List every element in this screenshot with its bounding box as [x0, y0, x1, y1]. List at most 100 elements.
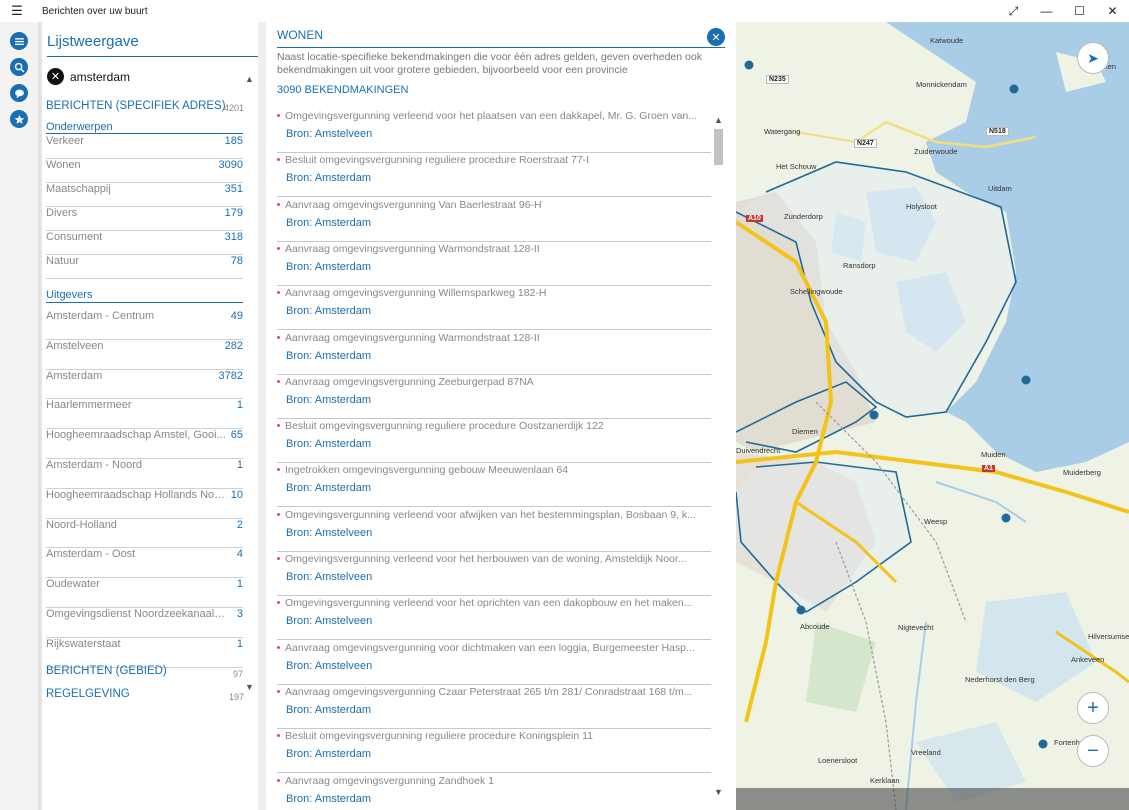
result-item[interactable]: Aanvraag omgevingsvergunning Willemspark… [277, 286, 711, 331]
section-regelgeving[interactable]: REGELGEVING [46, 688, 130, 700]
result-title[interactable]: Besluit omgevingsvergunning reguliere pr… [285, 730, 711, 742]
zoom-out-button[interactable]: − [1077, 735, 1109, 767]
search-icon[interactable] [10, 58, 28, 76]
place-label: Holysloot [906, 202, 937, 211]
remove-filter-icon[interactable]: ✕ [47, 68, 64, 85]
result-source[interactable]: Bron: Amstelveen [286, 571, 372, 583]
result-source[interactable]: Bron: Amstelveen [286, 128, 372, 140]
result-title[interactable]: Omgevingsvergunning verleend voor het he… [285, 553, 711, 565]
result-source[interactable]: Bron: Amsterdam [286, 438, 371, 450]
scroll-thumb[interactable] [714, 129, 723, 165]
publisher-row[interactable]: Amsterdam - Oost 4 [46, 548, 243, 579]
results-scrollbar[interactable]: ▲ ▼ [713, 107, 724, 810]
topic-label: Wonen [46, 159, 81, 171]
result-source[interactable]: Bron: Amsterdam [286, 482, 371, 494]
topic-row[interactable]: Divers 179 [46, 207, 243, 231]
scroll-down-icon[interactable]: ▼ [714, 787, 723, 797]
result-title[interactable]: Omgevingsvergunning verleend voor het op… [285, 597, 711, 609]
result-item[interactable]: Aanvraag omgevingsvergunning Van Baerles… [277, 198, 711, 242]
star-icon[interactable] [10, 110, 28, 128]
list-icon[interactable] [10, 32, 28, 50]
result-source[interactable]: Bron: Amsterdam [286, 305, 371, 317]
result-source[interactable]: Bron: Amsterdam [286, 704, 371, 716]
zoom-in-button[interactable]: + [1077, 692, 1109, 724]
result-item[interactable]: Ingetrokken omgevingsvergunning gebouw M… [277, 463, 711, 508]
onderwerpen-heading: Onderwerpen [46, 121, 113, 133]
result-title[interactable]: Aanvraag omgevingsvergunning voor dichtm… [285, 642, 711, 654]
minimize-icon[interactable]: — [1030, 0, 1063, 22]
publisher-row[interactable]: Amstelveen 282 [46, 340, 243, 370]
result-item[interactable]: Omgevingsvergunning verleend voor het pl… [277, 109, 711, 153]
result-title[interactable]: Aanvraag omgevingsvergunning Van Baerles… [285, 199, 711, 211]
result-title[interactable]: Ingetrokken omgevingsvergunning gebouw M… [285, 464, 711, 476]
publisher-row[interactable]: Amsterdam 3782 [46, 370, 243, 400]
topic-row[interactable]: Verkeer 185 [46, 135, 243, 159]
bullet-icon [277, 114, 280, 117]
close-results-icon[interactable]: ✕ [707, 28, 725, 46]
bullet-icon [277, 335, 280, 339]
topic-row[interactable]: Consument 318 [46, 231, 243, 255]
locate-icon[interactable]: ➤ [1077, 42, 1109, 74]
result-title[interactable]: Omgevingsvergunning verleend voor afwijk… [285, 509, 711, 521]
result-item[interactable]: Besluit omgevingsvergunning reguliere pr… [277, 153, 711, 198]
publisher-row[interactable]: Amsterdam - Centrum 49 [46, 310, 243, 340]
bullet-icon [277, 557, 280, 560]
map-canvas[interactable] [736, 22, 1129, 810]
publisher-row[interactable]: Hoogheemraadschap Amstel, Gooi... 65 [46, 429, 243, 459]
publisher-label: Amsterdam - Oost [46, 548, 136, 561]
scroll-up-icon[interactable]: ▲ [714, 115, 723, 125]
result-source[interactable]: Bron: Amsterdam [286, 172, 371, 184]
scroll-down-icon[interactable]: ▼ [245, 682, 254, 692]
publisher-row[interactable]: Rijkswaterstaat 1 [46, 638, 243, 668]
publisher-row[interactable]: Omgevingsdienst Noordzeekanaalge... 3 [46, 608, 243, 638]
result-source[interactable]: Bron: Amsterdam [286, 793, 371, 805]
result-item[interactable]: Besluit omgevingsvergunning reguliere pr… [277, 419, 711, 464]
result-source[interactable]: Bron: Amstelveen [286, 660, 372, 672]
topic-row[interactable]: Natuur 78 [46, 255, 243, 279]
result-item[interactable]: Aanvraag omgevingsvergunning voor dichtm… [277, 641, 711, 685]
result-source[interactable]: Bron: Amsterdam [286, 217, 371, 229]
result-item[interactable]: Aanvraag omgevingsvergunning Czaar Peter… [277, 685, 711, 729]
maximize-icon[interactable]: ☐ [1063, 0, 1096, 22]
close-icon[interactable]: ✕ [1096, 0, 1129, 22]
publisher-row[interactable]: Oudewater 1 [46, 578, 243, 608]
section-gebied[interactable]: BERICHTEN (GEBIED) [46, 665, 167, 677]
result-title[interactable]: Aanvraag omgevingsvergunning Warmondstra… [285, 243, 711, 255]
result-source[interactable]: Bron: Amsterdam [286, 350, 371, 362]
result-item[interactable]: Omgevingsvergunning verleend voor afwijk… [277, 508, 711, 552]
result-item[interactable]: Omgevingsvergunning verleend voor het op… [277, 596, 711, 641]
publisher-row[interactable]: Haarlemmermeer 1 [46, 399, 243, 430]
result-title[interactable]: Besluit omgevingsvergunning reguliere pr… [285, 420, 711, 432]
place-label: Vreeland [911, 748, 941, 757]
result-item[interactable]: Omgevingsvergunning verleend voor het he… [277, 552, 711, 596]
result-item[interactable]: Besluit omgevingsvergunning reguliere pr… [277, 729, 711, 774]
result-title[interactable]: Aanvraag omgevingsvergunning Willemspark… [285, 287, 711, 299]
result-title[interactable]: Besluit omgevingsvergunning reguliere pr… [285, 154, 711, 166]
result-source[interactable]: Bron: Amstelveen [286, 615, 372, 627]
map-view[interactable]: Katwoude Marken Monnickendam Watergang H… [736, 22, 1129, 810]
result-title[interactable]: Aanvraag omgevingsvergunning Zeeburgerpa… [285, 376, 711, 388]
result-title[interactable]: Aanvraag omgevingsvergunning Czaar Peter… [285, 686, 711, 698]
topic-row[interactable]: Maatschappij 351 [46, 183, 243, 207]
result-title[interactable]: Omgevingsvergunning verleend voor het pl… [285, 110, 711, 122]
scroll-up-icon[interactable]: ▲ [245, 74, 254, 84]
hamburger-icon[interactable]: ☰ [0, 0, 34, 22]
section-specifiek-adres[interactable]: BERICHTEN (SPECIFIEK ADRES) [46, 100, 226, 112]
publisher-row[interactable]: Noord-Holland 2 [46, 519, 243, 549]
result-source[interactable]: Bron: Amsterdam [286, 394, 371, 406]
topic-row[interactable]: Wonen 3090 [46, 159, 243, 183]
result-source[interactable]: Bron: Amstelveen [286, 527, 372, 539]
result-item[interactable]: Aanvraag omgevingsvergunning Warmondstra… [277, 331, 711, 375]
result-title[interactable]: Aanvraag omgevingsvergunning Zandhoek 1 [285, 775, 711, 787]
result-title[interactable]: Aanvraag omgevingsvergunning Warmondstra… [285, 332, 711, 344]
result-source[interactable]: Bron: Amsterdam [286, 748, 371, 760]
publisher-row[interactable]: Hoogheemraadschap Hollands Noor... 10 [46, 489, 243, 519]
chat-icon[interactable] [10, 84, 28, 102]
publisher-row[interactable]: Amsterdam - Noord 1 [46, 459, 243, 489]
result-item[interactable]: Aanvraag omgevingsvergunning Warmondstra… [277, 242, 711, 286]
place-label: Het Schouw [776, 162, 817, 171]
result-item[interactable]: Aanvraag omgevingsvergunning Zeeburgerpa… [277, 375, 711, 419]
result-source[interactable]: Bron: Amsterdam [286, 261, 371, 273]
expand-icon[interactable]: ⤢ [997, 0, 1030, 22]
result-item[interactable]: Aanvraag omgevingsvergunning Zandhoek 1 B… [277, 774, 711, 810]
